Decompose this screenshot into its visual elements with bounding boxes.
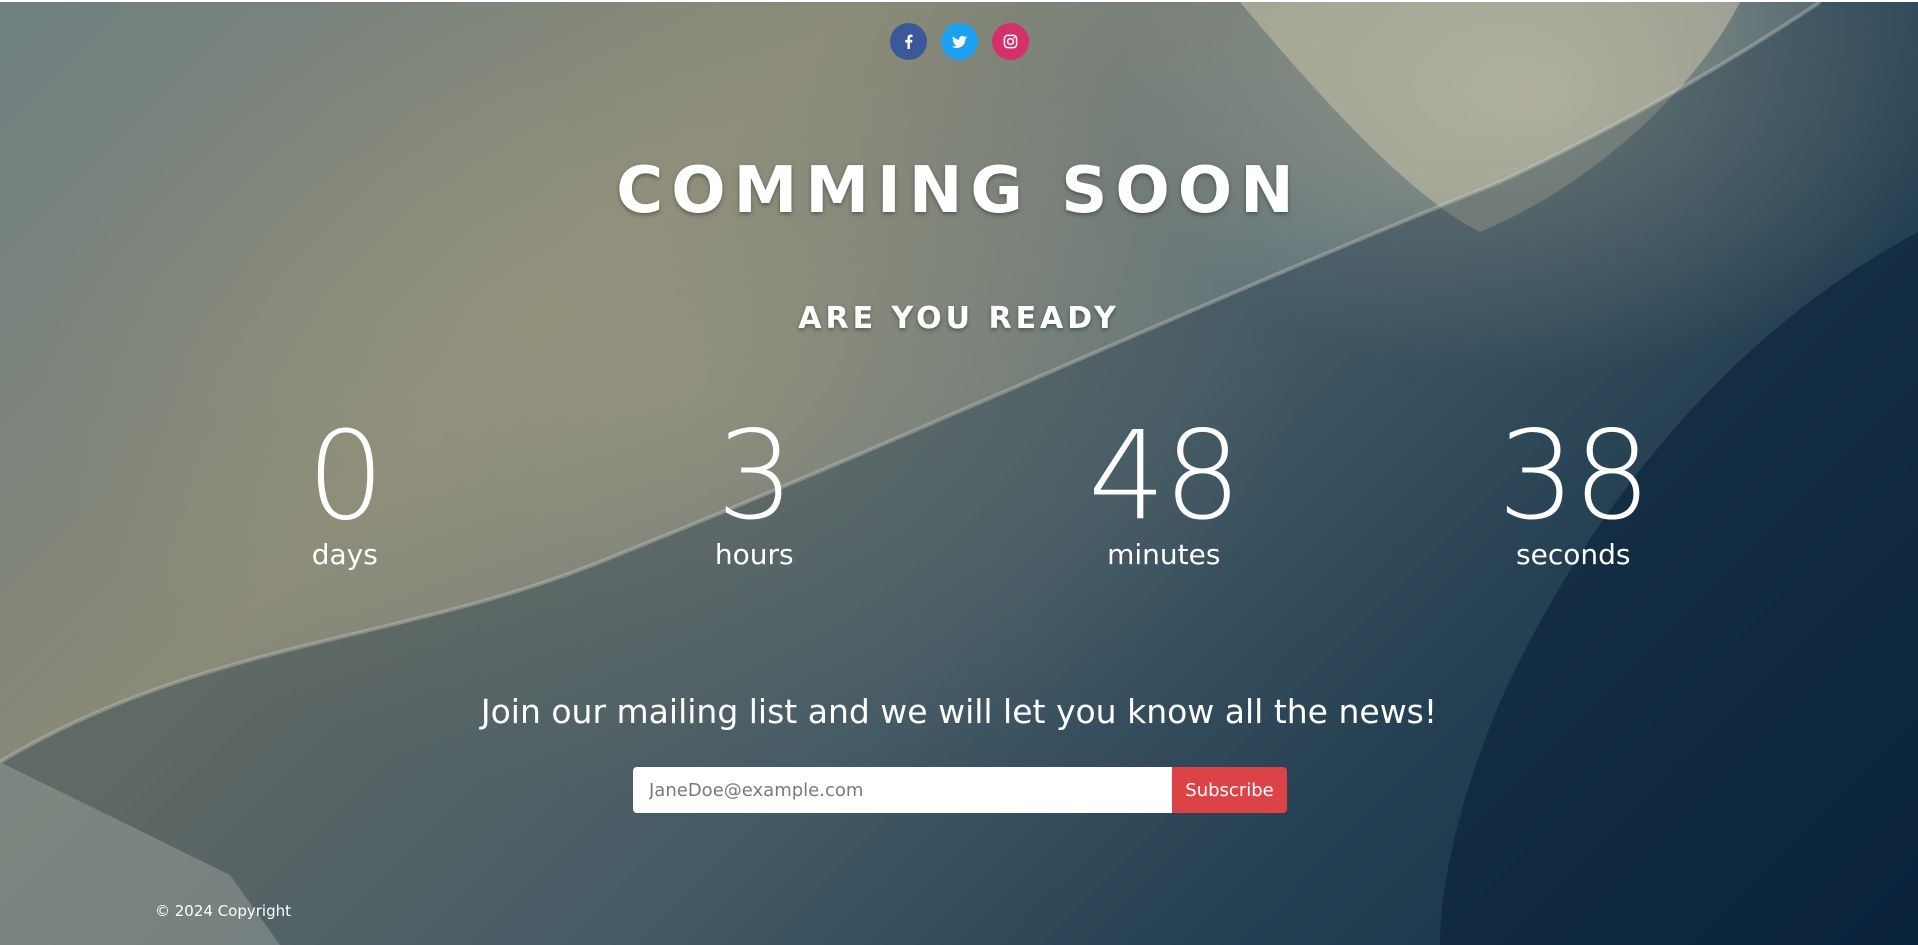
page-title: COMMING SOON (616, 154, 1302, 228)
seconds-label: seconds (1516, 538, 1631, 571)
minutes-value: 48 (1088, 405, 1241, 547)
hours-value: 3 (716, 405, 794, 547)
subscribe-button[interactable]: Subscribe (1172, 767, 1287, 813)
hours-label: hours (714, 538, 794, 571)
minutes-label: minutes (1107, 538, 1221, 571)
days-value: 0 (306, 405, 385, 547)
twitter-button[interactable] (940, 23, 978, 60)
countdown-timer: 0 days 3 hours 48 minutes 38 seconds (140, 412, 1778, 572)
footer-copyright: © 2024 Copyright (155, 902, 292, 920)
subscribe-form: Subscribe (633, 767, 1287, 813)
days-label: days (311, 538, 378, 571)
hero-section: COMMING SOON ARE YOU READY 0 days 3 hour… (0, 2, 1918, 945)
mailing-list-heading: Join our mailing list and we will let yo… (480, 692, 1438, 731)
countdown-hours: 3 hours (550, 412, 960, 572)
countdown-days: 0 days (140, 412, 550, 572)
page: COMMING SOON ARE YOU READY 0 days 3 hour… (0, 0, 1918, 945)
facebook-icon (904, 34, 913, 49)
facebook-button[interactable] (889, 23, 927, 60)
instagram-button[interactable] (991, 23, 1029, 60)
email-input[interactable] (633, 767, 1172, 813)
page-subtitle: ARE YOU READY (798, 301, 1120, 336)
instagram-icon (1003, 34, 1017, 49)
countdown-minutes: 48 minutes (959, 412, 1369, 572)
seconds-value: 38 (1497, 405, 1651, 547)
twitter-icon (951, 35, 967, 48)
social-links (0, 23, 1918, 60)
countdown-seconds: 38 seconds (1369, 412, 1779, 572)
